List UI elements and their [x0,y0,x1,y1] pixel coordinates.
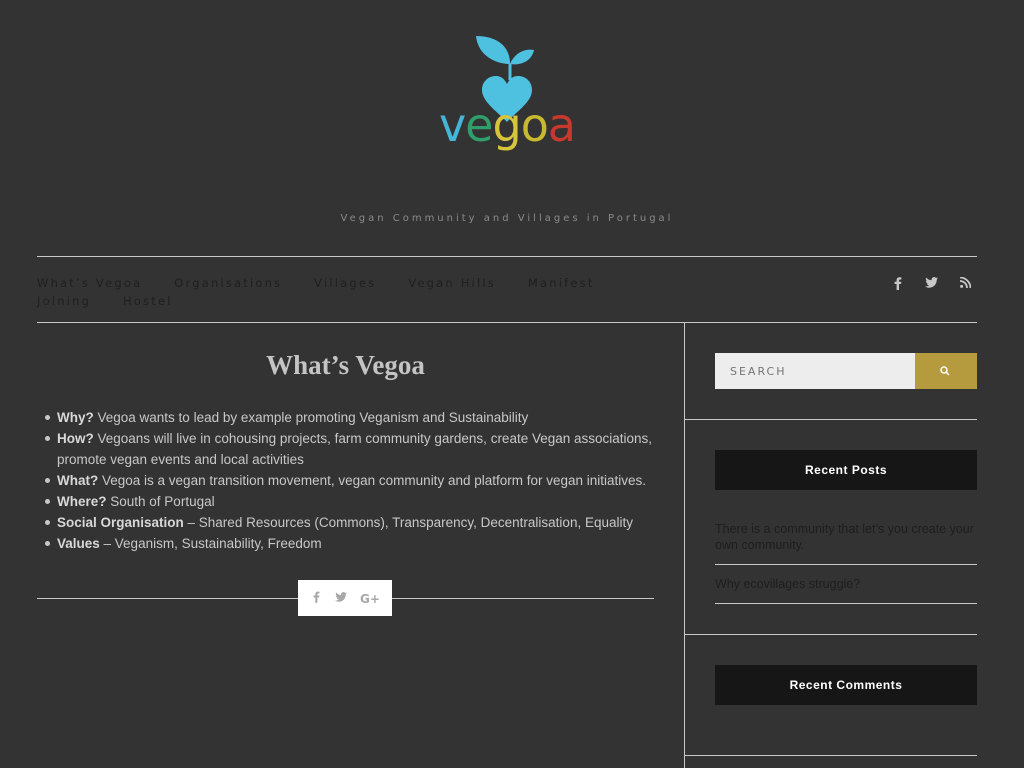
post-content-list: Why? Vegoa wants to lead by example prom… [45,407,657,554]
list-item-label: Values [57,536,100,551]
recent-comments-title: Recent Comments [715,665,977,705]
social-links [890,276,980,293]
share-twitter-icon[interactable] [335,591,347,605]
list-item-text: Vegoans will live in cohousing projects,… [57,431,653,467]
list-item: Social Organisation – Shared Resources (… [45,512,657,533]
search-icon [940,366,950,376]
list-item: How? Vegoans will live in cohousing proj… [45,428,657,470]
list-item-text: South of Portugal [106,494,215,509]
nav-item-whats-vegoa[interactable]: What’s Vegoa [37,276,142,290]
wordmark-letter: v [438,98,466,152]
list-item: Why? Vegoa wants to lead by example prom… [45,407,657,428]
facebook-icon[interactable] [894,277,902,293]
header-divider-bottom [37,322,977,323]
list-item-text: – Veganism, Sustainability, Freedom [99,536,322,551]
rss-icon[interactable] [959,276,972,291]
wordmark-letter: o [520,98,549,152]
list-item: Where? South of Portugal [45,491,657,512]
share-google-plus-icon[interactable]: G+ [360,592,380,606]
list-item-label: What? [57,473,99,488]
sidebar-divider [685,634,977,635]
list-item-text: – Shared Resources (Commons), Transparen… [183,515,633,530]
share-facebook-icon[interactable] [313,591,320,606]
nav-item-vegan-hills[interactable]: Vegan Hills [408,276,496,290]
wordmark-letter: g [492,98,521,152]
list-item-label: How? [57,431,94,446]
list-item-text: Vegoa wants to lead by example promoting… [93,410,529,425]
main-nav: What’s Vegoa Organisations Villages Vega… [37,274,637,310]
header-divider-top [37,256,977,257]
list-item-label: Social Organisation [57,515,184,530]
content-sidebar-divider [684,323,685,768]
wordmark-letter: a [547,98,576,152]
share-buttons: G+ [298,580,392,616]
post-title: What’s Vegoa [266,350,425,380]
list-item: Values – Veganism, Sustainability, Freed… [45,533,657,554]
sidebar-divider [685,755,977,756]
site-wordmark[interactable]: vegoa [0,102,1014,148]
site-tagline: Vegan Community and Villages in Portugal [340,213,674,224]
recent-post-separator [715,603,977,604]
nav-item-joining[interactable]: Joining [37,294,91,308]
list-item-label: Why? [57,410,94,425]
sidebar-divider [685,419,977,420]
recent-post-link[interactable]: Why ecovillages struggle? [715,576,977,592]
search-button[interactable] [915,353,977,389]
nav-item-manifest[interactable]: Manifest [528,276,595,290]
nav-item-organisations[interactable]: Organisations [174,276,282,290]
recent-post-separator [715,564,977,565]
search-input[interactable] [715,353,915,389]
nav-item-hostel[interactable]: Hostel [123,294,173,308]
twitter-icon[interactable] [925,277,938,291]
nav-item-villages[interactable]: Villages [314,276,376,290]
list-item: What? Vegoa is a vegan transition moveme… [45,470,657,491]
list-item-text: Vegoa is a vegan transition movement, ve… [98,473,647,488]
recent-post-link[interactable]: There is a community that let’s you crea… [715,521,977,553]
list-item-label: Where? [57,494,107,509]
recent-posts-title: Recent Posts [715,450,977,490]
wordmark-letter: e [465,98,493,152]
